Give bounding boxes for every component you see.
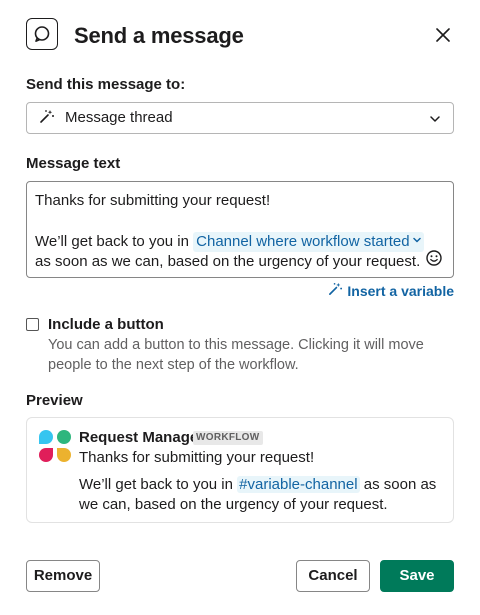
message-line-2: We’ll get back to you in Channel where w… — [35, 230, 445, 253]
message-text-label: Message text — [26, 155, 121, 172]
insert-variable-label: Insert a variable — [347, 282, 454, 299]
recipient-selected-value: Message thread — [65, 109, 173, 126]
include-button-checkbox[interactable] — [26, 318, 39, 331]
preview-channel-chip: #variable-channel — [237, 476, 360, 493]
preview-sender: Request Manager — [79, 429, 205, 446]
send-to-label: Send this message to: — [26, 76, 186, 93]
preview-line-2-prefix: We’ll get back to you in — [79, 476, 233, 493]
variable-chip-label: Channel where workflow started — [196, 233, 410, 250]
chevron-down-icon — [429, 112, 441, 130]
variable-chip[interactable]: Channel where workflow started — [193, 230, 424, 253]
dialog-title: Send a message — [74, 23, 244, 48]
message-textarea[interactable]: Thanks for submitting your request! We’l… — [26, 181, 454, 278]
preview-label: Preview — [26, 392, 83, 409]
app-logo-icon — [39, 430, 71, 462]
insert-variable-link[interactable]: Insert a variable — [328, 281, 454, 300]
include-button-label[interactable]: Include a button — [48, 315, 164, 335]
magic-wand-icon — [328, 281, 347, 300]
message-line-3: as soon as we can, based on the urgency … — [35, 253, 421, 270]
dialog-header: Send a message — [26, 18, 454, 54]
message-bubble-icon — [26, 18, 58, 50]
cancel-button[interactable]: Cancel — [296, 560, 370, 592]
message-preview: Request Manager WORKFLOW Thanks for subm… — [26, 417, 454, 523]
close-icon[interactable] — [432, 24, 454, 46]
remove-button[interactable]: Remove — [26, 560, 100, 592]
message-line-1: Thanks for submitting your request! — [35, 192, 271, 209]
emoji-icon[interactable] — [425, 249, 443, 267]
preview-line-2: We’ll get back to you in #variable-chann… — [79, 475, 439, 515]
include-button-hint: You can add a button to this message. Cl… — [48, 337, 424, 373]
chevron-down-icon — [412, 230, 421, 250]
save-button[interactable]: Save — [380, 560, 454, 592]
magic-wand-icon — [39, 108, 55, 129]
preview-line-1: Thanks for submitting your request! — [79, 449, 315, 466]
recipient-select[interactable]: Message thread — [26, 102, 454, 134]
workflow-badge: WORKFLOW — [193, 431, 263, 445]
message-line-2-prefix: We’ll get back to you in — [35, 233, 189, 250]
